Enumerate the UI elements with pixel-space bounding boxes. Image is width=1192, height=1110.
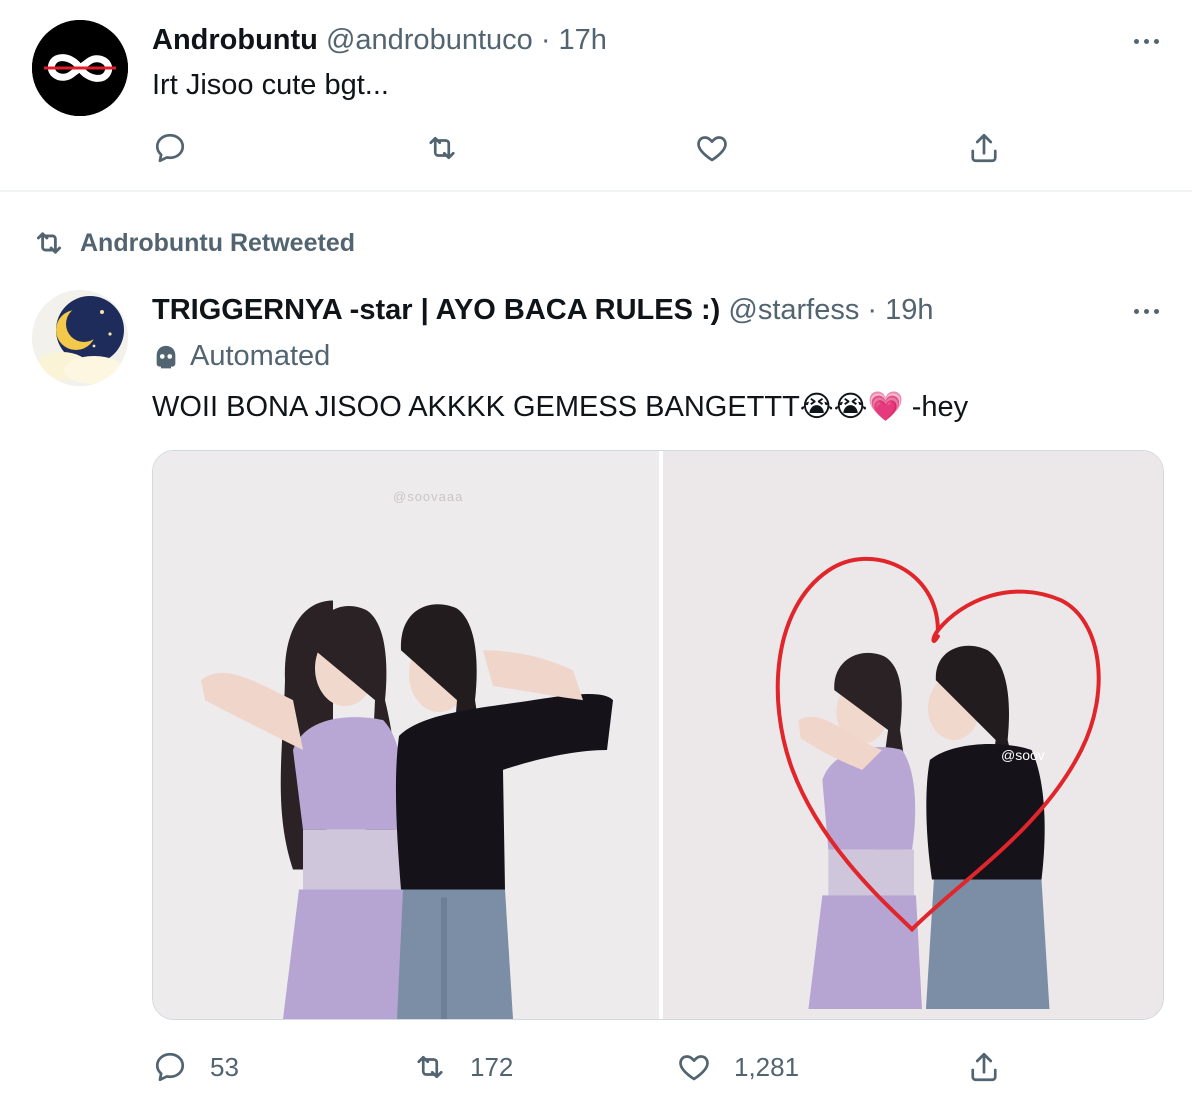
tweet-header: TRIGGERNYA -star | AYO BACA RULES :) @st… <box>152 292 934 328</box>
infinity-logo-icon <box>32 20 128 116</box>
avatar[interactable] <box>32 20 128 116</box>
like-button[interactable]: 1,281 <box>676 1049 799 1085</box>
share-button[interactable] <box>966 1049 1002 1085</box>
like-count: 1,281 <box>734 1051 800 1082</box>
robot-icon <box>156 345 176 368</box>
reply-icon <box>155 133 185 163</box>
reply-icon <box>155 1052 185 1082</box>
more-options-button[interactable] <box>1126 296 1166 326</box>
heart-icon <box>697 136 727 162</box>
automated-label: Automated <box>190 340 331 372</box>
tweet-androbuntu[interactable]: Androbuntu @androbuntuco · 17h Irt Jisoo… <box>0 0 1192 192</box>
handle[interactable]: @starfess <box>728 294 859 326</box>
two-women-photo-image <box>153 451 659 1019</box>
photo-right[interactable]: @soov <box>663 451 1163 1019</box>
handle[interactable]: @androbuntuco <box>326 24 533 56</box>
reply-button[interactable]: 53 <box>152 1049 239 1085</box>
moon-avatar-icon <box>32 290 128 386</box>
photo-left[interactable]: @soovaaa <box>153 451 659 1019</box>
tweet-text: Irt Jisoo cute bgt... <box>152 69 389 101</box>
reply-button[interactable] <box>152 130 188 166</box>
dot-icon <box>1153 38 1159 44</box>
share-icon <box>971 133 997 163</box>
dot-icon <box>1143 38 1149 44</box>
heart-icon <box>679 1055 709 1081</box>
display-name[interactable]: TRIGGERNYA -star | AYO BACA RULES :) <box>152 294 720 326</box>
more-options-button[interactable] <box>1126 26 1166 56</box>
like-button[interactable] <box>694 130 730 166</box>
heart-doodle-photo-image <box>663 451 1163 1019</box>
tweet-header: Androbuntu @androbuntuco · 17h <box>152 22 607 58</box>
retweet-button[interactable]: 172 <box>412 1049 513 1085</box>
automated-badge: Automated <box>152 340 330 373</box>
reply-count: 53 <box>210 1051 239 1082</box>
media-grid[interactable]: @soovaaa @soov <box>152 450 1164 1020</box>
dot-icon <box>1133 308 1139 314</box>
retweet-icon <box>417 1055 443 1079</box>
share-icon <box>971 1052 997 1082</box>
tweet-text: WOII BONA JISOO AKKKK GEMESS BANGETTT😭😭💗… <box>152 391 969 423</box>
share-button[interactable] <box>966 130 1002 166</box>
avatar[interactable] <box>32 290 128 386</box>
photo-watermark: @soov <box>1001 747 1045 763</box>
timestamp[interactable]: · 17h <box>541 24 607 56</box>
retweet-button[interactable] <box>424 130 460 166</box>
retweet-count: 172 <box>470 1051 514 1082</box>
display-name[interactable]: Androbuntu <box>152 24 318 56</box>
dot-icon <box>1153 308 1159 314</box>
retweet-icon <box>429 136 455 160</box>
photo-watermark: @soovaaa <box>393 489 464 504</box>
timestamp[interactable]: · 19h <box>867 294 933 326</box>
dot-icon <box>1133 38 1139 44</box>
dot-icon <box>1143 308 1149 314</box>
